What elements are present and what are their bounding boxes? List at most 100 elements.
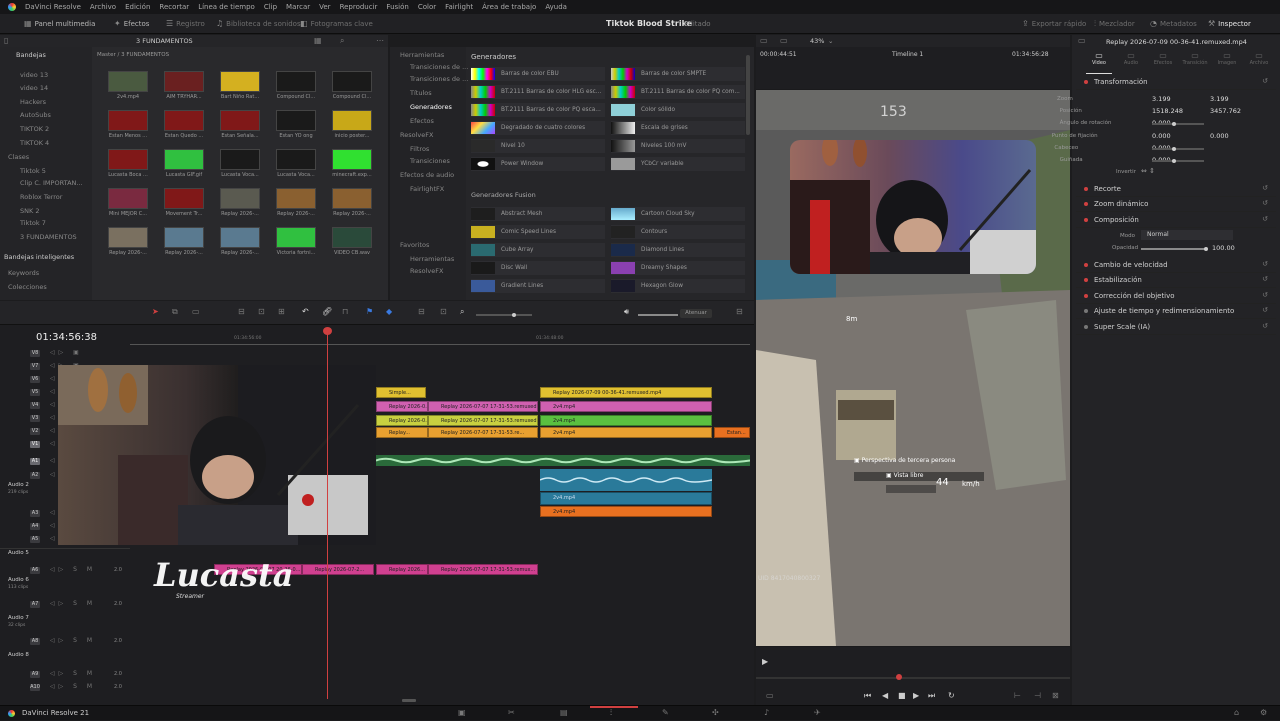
menu-clip[interactable]: Clip [264, 3, 277, 11]
zoom-slider-knob[interactable] [512, 313, 516, 317]
track-label[interactable]: A1 [30, 458, 40, 465]
bin-item[interactable]: video 13 [20, 71, 48, 79]
smart-bin-collections[interactable]: Colecciones [8, 283, 47, 291]
media-clip[interactable]: inicio poster... [332, 110, 372, 140]
bin-item[interactable]: Clases [8, 153, 29, 161]
section-enabled-dot[interactable] [1084, 325, 1088, 329]
media-clip[interactable]: Estan Menos ... [108, 110, 148, 140]
menu-trim[interactable]: Recortar [159, 3, 189, 11]
reset-icon[interactable]: ↺ [1262, 184, 1268, 192]
media-clip[interactable]: Replay 2026-... [108, 227, 148, 257]
menu-app[interactable]: DaVinci Resolve [25, 3, 81, 11]
viewer-mode-icon[interactable]: ▭ [780, 36, 788, 45]
color-page-icon[interactable]: ✣ [712, 708, 719, 717]
timeline-clip[interactable]: Replay... [376, 427, 428, 438]
menu-timeline[interactable]: Línea de tiempo [198, 3, 255, 11]
fusion-generator-item[interactable]: Cartoon Cloud Sky [611, 207, 745, 221]
rotation-knob[interactable] [1172, 122, 1176, 126]
audio-waveform-a1[interactable] [375, 455, 751, 466]
generator-item[interactable]: BT.2111 Barras de color HLG esc... [471, 85, 605, 99]
edit-active-icon[interactable]: ⫶ [610, 708, 612, 718]
generator-item[interactable]: YCbCr variable [611, 157, 745, 171]
zoom-detail-icon[interactable]: ⊡ [440, 307, 447, 316]
menu-playback[interactable]: Reproducir [340, 3, 378, 11]
zoom-custom-icon[interactable]: ⌕ [460, 307, 464, 317]
reset-icon[interactable]: ↺ [1262, 199, 1268, 207]
section-enabled-dot[interactable] [1084, 202, 1088, 206]
media-clip[interactable]: AIM TRYHAR... [164, 71, 204, 101]
media-clip[interactable]: Mini MEJOR C... [108, 188, 148, 218]
overwrite-clip-icon[interactable]: ⊡ [258, 307, 265, 316]
media-clip[interactable]: VIDEO CB.wav [332, 227, 372, 257]
reset-icon[interactable]: ↺ [1262, 275, 1268, 283]
fusion-generator-item[interactable]: Contours [611, 225, 745, 239]
media-clip[interactable]: Lucasta Voca... [220, 149, 260, 179]
track-label[interactable]: V3 [30, 415, 40, 422]
menu-mark[interactable]: Marcar [286, 3, 310, 11]
marker-icon[interactable]: ◆ [386, 307, 392, 316]
bin-item[interactable]: Hackers [20, 98, 46, 106]
pitch-slider[interactable] [1152, 148, 1204, 150]
effects-tree-item[interactable]: Títulos [410, 89, 432, 97]
loop-icon[interactable]: ↻ [948, 691, 955, 700]
volume-icon[interactable]: 🔊︎ [624, 307, 629, 317]
timeline-hscroll[interactable] [402, 699, 416, 702]
generator-item[interactable]: Escala de grises [611, 121, 745, 135]
track-label[interactable]: V6 [30, 376, 40, 383]
media-clip[interactable]: Lucasta Boca ... [108, 149, 148, 179]
fusion-page-icon[interactable]: ✎ [662, 708, 669, 717]
chevron-down-icon[interactable]: ⌄ [828, 37, 833, 45]
media-clip[interactable]: Replay 2026-... [164, 227, 204, 257]
bin-item[interactable]: Clip C. IMPORTAN... [20, 179, 83, 187]
timeline-clip[interactable]: Replay 2026... [376, 564, 428, 575]
track-controls[interactable]: ◁▷ S M [50, 637, 96, 644]
effects-tree-item[interactable]: ResolveFX [410, 267, 443, 275]
inspector-section-header[interactable]: Super Scale (IA) ↺ [1076, 320, 1276, 335]
opacity-slider[interactable] [1141, 248, 1207, 250]
flip-buttons[interactable]: ⇔ ⇕ [1141, 167, 1155, 175]
anchor-value[interactable]: 0.000 [1152, 132, 1171, 140]
track-label[interactable]: A8 [30, 638, 40, 645]
timeline-clip[interactable]: Replay 2026-07-07 17-31-53.remux... [428, 564, 538, 575]
inspector-tab[interactable]: ▭ Archivo [1244, 51, 1274, 66]
media-clip[interactable]: Victoria fortni... [276, 227, 316, 257]
track-controls[interactable]: ◁▷ ▣ [50, 349, 83, 356]
volume-slider[interactable] [638, 314, 678, 316]
menu-workspace[interactable]: Área de trabajo [482, 3, 536, 11]
track-label[interactable]: A2 [30, 472, 40, 479]
edit-page-icon[interactable]: ▤ [560, 708, 568, 717]
timeline-clip[interactable]: Replay 2026-0... [376, 401, 428, 412]
media-clip[interactable]: Bart Niño Rat... [220, 71, 260, 101]
opacity-value[interactable]: 100.00 [1212, 244, 1235, 252]
zoom-fit-icon[interactable]: ⊟ [418, 307, 425, 316]
inspector-button[interactable]: ⚒ Inspector [1208, 19, 1251, 28]
flag-icon[interactable]: ⚑ [366, 307, 373, 316]
timeline-clip[interactable]: 2v4.mp4 [540, 492, 712, 505]
track-label[interactable]: V7 [30, 363, 40, 370]
track-label[interactable]: A7 [30, 601, 40, 608]
track-controls[interactable]: ◁▷ S M [50, 566, 96, 573]
opacity-knob[interactable] [1204, 247, 1208, 251]
effects-tree-item[interactable]: Filtros [410, 145, 429, 153]
skip-start-icon[interactable]: ⏮ [864, 691, 871, 701]
fusion-generator-item[interactable]: Hexagon Glow [611, 279, 745, 293]
playhead-line[interactable] [327, 329, 328, 699]
menu-fusion[interactable]: Fusión [386, 3, 408, 11]
reverse-icon[interactable]: ◀ [882, 691, 888, 700]
anchor-value[interactable]: 0.000 [1210, 132, 1229, 140]
viewer-options-icon[interactable]: ▭ [766, 691, 774, 700]
mark-in-icon[interactable]: ⊢ [1014, 691, 1021, 700]
yaw-knob[interactable] [1172, 159, 1176, 163]
composite-mode-select[interactable]: Normal [1141, 230, 1233, 240]
cut-page-icon[interactable]: ✂ [508, 708, 515, 717]
inspector-section-header[interactable]: Composición ↺ [1076, 213, 1276, 228]
media-clip[interactable]: Replay 2026-... [276, 188, 316, 218]
stop-icon[interactable]: ■ [898, 691, 906, 700]
stills-button[interactable]: ◧ Fotogramas clave [300, 19, 373, 28]
video-preview[interactable]: 153 8m ▣ Perspectiva de tercera persona … [756, 90, 1070, 646]
playhead-handle[interactable] [323, 327, 332, 335]
metadata-button[interactable]: ◔ Metadatos [1150, 19, 1197, 28]
rotation-slider[interactable] [1152, 123, 1204, 125]
track-label[interactable]: V2 [30, 428, 40, 435]
effects-tree-item[interactable]: Transiciones [410, 157, 450, 165]
